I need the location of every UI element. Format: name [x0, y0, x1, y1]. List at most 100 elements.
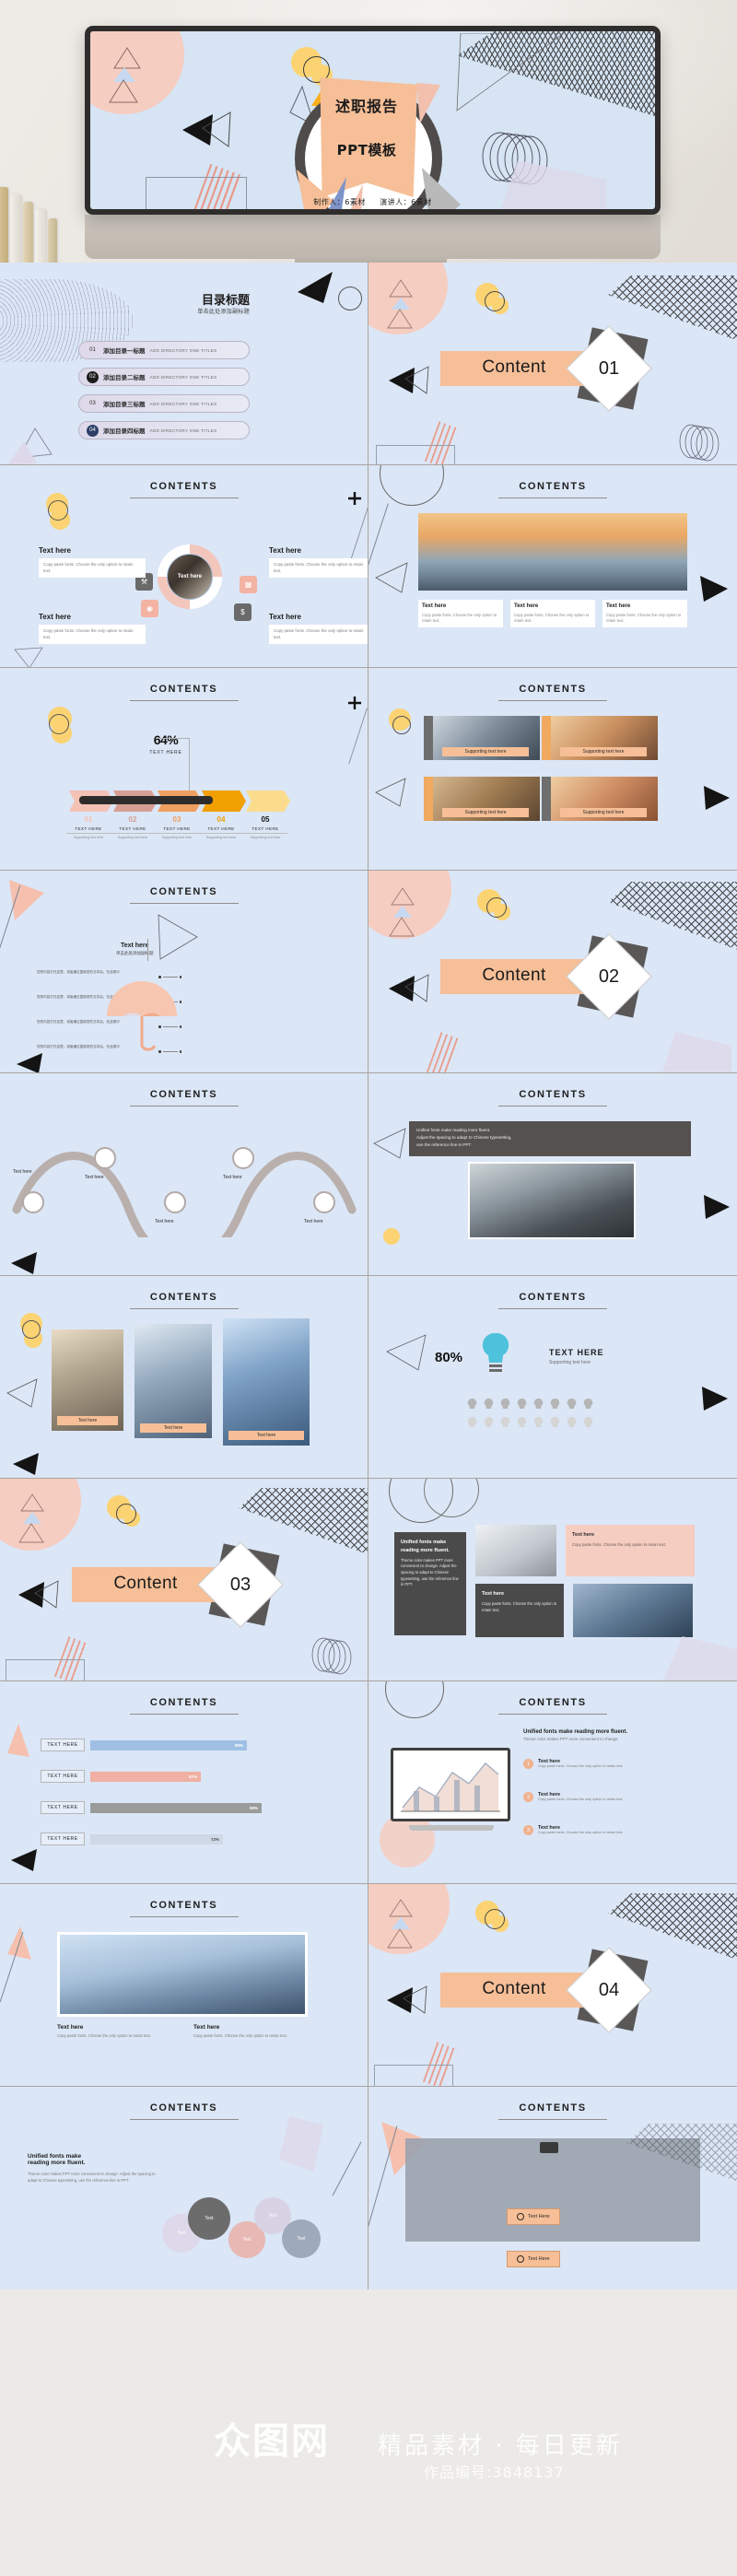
line-decoration: [368, 503, 389, 566]
slide-chart-list[interactable]: CONTENTS Unified fonts make reading more…: [368, 1681, 737, 1884]
skyline-card-title: Text here: [193, 2024, 220, 2031]
bar-track: 98%: [90, 1802, 262, 1813]
triangle-wire-icon: [404, 974, 429, 1002]
donut-center-label: Text here: [177, 574, 203, 580]
slide-bubbles[interactable]: CONTENTS Unified fonts make reading more…: [0, 2087, 368, 2289]
coil-spiral: [679, 424, 719, 462]
toc-item[interactable]: 01 添加目录一标题 ADD DIRECTORY ONE TITLES: [78, 341, 250, 359]
bar-track: 89%: [90, 1739, 247, 1751]
slide-thanks[interactable]: CONTENTS Text Here Text Here: [368, 2087, 737, 2289]
slide-divider-02[interactable]: Content 02: [368, 871, 737, 1073]
bubble[interactable]: Text: [282, 2219, 321, 2258]
city-photo-2: [573, 1584, 693, 1637]
bulb-small-icon: [484, 1398, 494, 1409]
toc-item[interactable]: 03 添加目录三标题 ADD DIRECTORY ONE TITLES: [78, 394, 250, 413]
snake-node[interactable]: [164, 1191, 186, 1213]
slide-circle-infographic[interactable]: CONTENTS Text here ⚒ ◉ ▦ $ Text here Cop…: [0, 465, 368, 668]
yellow-circle-1: [383, 1228, 400, 1245]
snake-node[interactable]: [232, 1147, 254, 1169]
snake-label: Text here: [304, 1219, 323, 1224]
info-box: Text here Copy paste fonts. Choose the o…: [269, 613, 368, 645]
caption-title: Text here: [422, 603, 447, 609]
watermark: 众图网 精品素材 · 每日更新 作品编号:3848137: [214, 2418, 647, 2502]
slide-dark-cards[interactable]: Unified fonts make reading more fluent. …: [368, 1479, 737, 1681]
slide-snake-timeline[interactable]: CONTENTS Text here Text here Text here T…: [0, 1073, 368, 1276]
toc-item-en: ADD DIRECTORY ONE TITLES: [149, 401, 217, 406]
bubble[interactable]: Text: [188, 2197, 230, 2240]
triangle-outline-icon: [20, 1493, 44, 1512]
bulb-small-icon: [533, 1416, 544, 1427]
triangle-outline-2-icon: [387, 309, 413, 329]
slide-divider-04[interactable]: Content 04: [368, 1884, 737, 2087]
toc-item[interactable]: 04 添加目录四标题 ADD DIRECTORY ONE TITLES: [78, 421, 250, 439]
toc-item-cn: 添加目录四标题: [103, 428, 146, 435]
bubbles-body: Theme color makes PPT more convenient to…: [28, 2172, 156, 2184]
triangle-pink-icon: [7, 1724, 29, 1757]
toc-item-en: ADD DIRECTORY ONE TITLES: [149, 427, 217, 433]
hero-credits: 制作人：6素材 演讲人：6素材: [90, 197, 655, 207]
triangle-outline-2-icon: [389, 917, 415, 937]
donut-ring: Text here: [158, 544, 222, 609]
slide-tower-photos[interactable]: CONTENTS Text here Text here Text here: [0, 1276, 368, 1479]
snake-node[interactable]: [22, 1191, 44, 1213]
kpi-label: TEXT HERE: [149, 750, 182, 755]
thanks-button-1[interactable]: Text Here: [507, 2208, 560, 2225]
heading-rule: [129, 1106, 239, 1107]
bulb-text-block: TEXT HERE Supporting text here: [549, 1348, 604, 1365]
slide-divider-01[interactable]: Content 01: [368, 263, 737, 465]
thanks-button-2[interactable]: Text Here: [507, 2251, 560, 2267]
kpi-leader-line: [189, 738, 190, 791]
slide-grid: 目录标题 单击此处添加副标题 01 添加目录一标题 ADD DIRECTORY …: [0, 263, 737, 2289]
section-heading: CONTENTS: [149, 2102, 218, 2113]
bar-chart-icon[interactable]: ▦: [240, 576, 257, 593]
meeting-line-3: use the reference line in PPT.: [416, 1142, 473, 1147]
slide-row-5: CONTENTS Text here Text here Text here T…: [0, 1073, 737, 1276]
info-box-title: Text here: [269, 613, 301, 621]
lilac-shape: [279, 2116, 323, 2172]
snake-node[interactable]: [313, 1191, 335, 1213]
kpi-leader-line-2: [158, 738, 190, 739]
section-heading: CONTENTS: [149, 1697, 218, 1708]
bar-row: TEXT HERE 89%: [41, 1739, 247, 1751]
slide-bulb-kpi[interactable]: CONTENTS 80% TEXT HERE Supporting text h…: [368, 1276, 737, 1479]
chart-screen: [391, 1748, 510, 1821]
upload-icon: [517, 2213, 524, 2220]
bar-track: 57%: [90, 1771, 201, 1782]
slide-photo-grid[interactable]: CONTENTS Supporting text here Supporting…: [368, 668, 737, 871]
toc-subtitle: 单击此处添加副标题: [197, 310, 250, 315]
toc-item[interactable]: 02 添加目录二标题 ADD DIRECTORY ONE TITLES: [78, 368, 250, 386]
slide-row-10: CONTENTS Unified fonts make reading more…: [0, 2087, 737, 2289]
preview-page: 述职报告 PPT模板 制作人：6素材 演讲人：6素材 目录标题 单击此处添加副标…: [0, 0, 737, 2576]
slide-umbrella-list[interactable]: CONTENTS Text here 单击此处添加副标题 您的内容打在这里，或者…: [0, 871, 368, 1073]
slide-arrow-steps[interactable]: CONTENTS 64% TEXT HERE 01 TEXT HERE Supp…: [0, 668, 368, 871]
slide-bar-list[interactable]: CONTENTS TEXT HERE 89% TEXT HERE 57% TEX…: [0, 1681, 368, 1884]
tower-caption: Text here: [57, 1416, 118, 1425]
heading-rule: [498, 2119, 607, 2120]
slide-meeting-photo[interactable]: CONTENTS Unified fonts make reading more…: [368, 1073, 737, 1276]
meeting-line-2: Adjust the spacing to adapt to Chinese t…: [416, 1134, 512, 1140]
info-box-title: Text here: [269, 546, 301, 555]
skyline-card-body: Copy paste fonts. Choose the only option…: [57, 2033, 151, 2038]
slide-skyline[interactable]: CONTENTS Text here Copy paste fonts. Cho…: [0, 1884, 368, 2087]
slide-toc[interactable]: 目录标题 单击此处添加副标题 01 添加目录一标题 ADD DIRECTORY …: [0, 263, 368, 465]
heading-rule: [129, 700, 239, 701]
snake-node[interactable]: [94, 1147, 116, 1169]
dollar-icon[interactable]: $: [234, 603, 252, 621]
photo-tab: [542, 777, 551, 821]
ring-outline: [380, 465, 444, 506]
section-heading: CONTENTS: [149, 1900, 218, 1911]
slide-city-photo[interactable]: CONTENTS Text here Copy paste fonts. Cho…: [368, 465, 737, 668]
info-box: Text here Copy paste fonts. Choose the o…: [39, 546, 146, 579]
slide-row-1: 目录标题 单击此处添加副标题 01 添加目录一标题 ADD DIRECTORY …: [0, 263, 737, 465]
section-heading: CONTENTS: [149, 886, 218, 897]
step-number: 05: [261, 815, 270, 824]
step-sub: Supporting text here: [161, 836, 193, 839]
dark-card2-body: Copy paste fonts. Choose the only option…: [482, 1600, 557, 1612]
monitor-stand-foot: [295, 254, 447, 263]
slide-divider-03[interactable]: Content 03: [0, 1479, 368, 1681]
chart-stand: [409, 1825, 494, 1831]
meeting-line-1: Unified fonts make reading more fluent.: [416, 1128, 491, 1132]
bulb-title: TEXT HERE: [549, 1348, 604, 1357]
triangle-wire-icon: [34, 1580, 59, 1609]
chart-lede: Unified fonts make reading more fluent.: [523, 1729, 628, 1735]
